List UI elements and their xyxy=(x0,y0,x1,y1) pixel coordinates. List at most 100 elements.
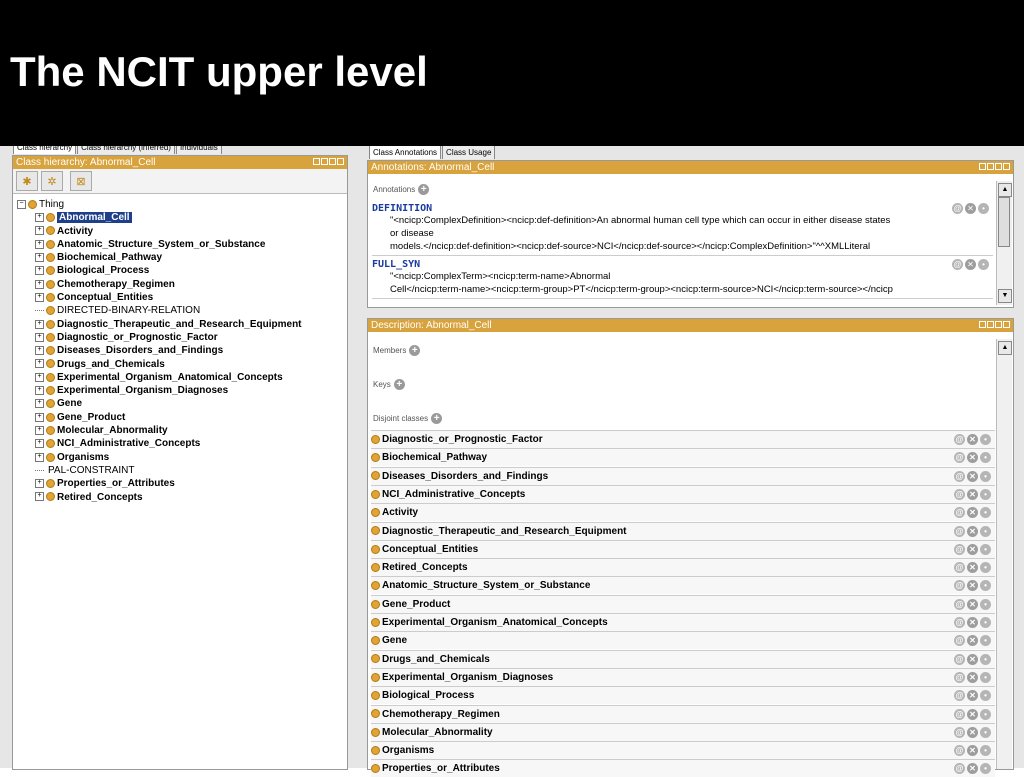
tree-item[interactable]: + Diseases_Disorders_and_Findings xyxy=(35,344,302,357)
tree-item[interactable]: + Diagnostic_Therapeutic_and_Research_Equ… xyxy=(35,318,302,331)
disjoint-class-row[interactable]: Retired_Concepts @ ✕ • xyxy=(371,558,995,577)
edit-icon[interactable]: • xyxy=(980,763,991,775)
disjoint-class-row[interactable]: Experimental_Organism_Anatomical_Concept… xyxy=(371,613,995,631)
delete-icon[interactable]: ✕ xyxy=(967,580,978,592)
tree-item[interactable]: + Retired_Concepts xyxy=(35,491,302,504)
expand-icon[interactable]: + xyxy=(35,399,44,409)
expand-icon[interactable]: + xyxy=(35,492,44,502)
disjoint-class-row[interactable]: Properties_or_Attributes @ ✕ • xyxy=(371,759,995,777)
delete-icon[interactable]: ✕ xyxy=(965,203,976,214)
delete-icon[interactable]: ✕ xyxy=(967,543,978,555)
tree-item[interactable]: + Anatomic_Structure_System_or_Substance xyxy=(35,238,302,251)
delete-icon[interactable]: ✕ xyxy=(967,726,978,738)
tree-item[interactable]: + Abnormal_Cell xyxy=(35,211,302,224)
expand-icon[interactable]: + xyxy=(35,425,44,435)
explain-icon[interactable]: @ xyxy=(954,434,965,445)
description-scrollbar[interactable]: ▲ xyxy=(996,339,1012,769)
expand-icon[interactable]: + xyxy=(35,386,44,396)
explain-icon[interactable]: @ xyxy=(954,671,965,683)
tab-class-usage[interactable]: Class Usage xyxy=(442,145,496,159)
delete-icon[interactable]: ✕ xyxy=(967,434,978,445)
edit-icon[interactable]: • xyxy=(980,671,991,683)
tree-item[interactable]: + Biochemical_Pathway xyxy=(35,251,302,264)
scroll-down-icon[interactable]: ▼ xyxy=(998,289,1012,303)
explain-icon[interactable]: @ xyxy=(954,653,965,665)
expand-icon[interactable]: + xyxy=(35,412,44,422)
disjoint-class-row[interactable]: Diagnostic_or_Prognostic_Factor @ ✕ • xyxy=(371,430,995,448)
add-subclass-button[interactable]: ✱ xyxy=(16,171,38,191)
tree-item[interactable]: + Gene_Product xyxy=(35,411,302,424)
expand-icon[interactable]: + xyxy=(35,479,44,489)
explain-icon[interactable]: @ xyxy=(954,543,965,555)
disjoint-class-row[interactable]: Diagnostic_Therapeutic_and_Research_Equi… xyxy=(371,521,995,540)
edit-icon[interactable]: • xyxy=(980,525,991,537)
tree-item[interactable]: DIRECTED-BINARY-RELATION xyxy=(35,304,302,317)
add-annotation-icon[interactable]: + xyxy=(418,184,430,195)
minimize-icon[interactable] xyxy=(987,163,994,170)
expand-icon[interactable]: + xyxy=(35,279,44,289)
explain-icon[interactable]: @ xyxy=(954,763,965,775)
expand-icon[interactable]: + xyxy=(35,253,44,263)
view-options-icon[interactable] xyxy=(313,158,320,165)
maximize-icon[interactable] xyxy=(329,158,336,165)
disjoint-class-row[interactable]: NCI_Administrative_Concepts @ ✕ • xyxy=(371,484,995,503)
delete-icon[interactable]: ✕ xyxy=(967,598,978,610)
delete-class-button[interactable]: ⊠ xyxy=(70,171,92,191)
expand-icon[interactable]: + xyxy=(35,346,44,356)
tree-item[interactable]: + Activity xyxy=(35,225,302,238)
delete-icon[interactable]: ✕ xyxy=(967,617,978,628)
edit-icon[interactable]: • xyxy=(980,598,991,610)
tree-item[interactable]: + Diagnostic_or_Prognostic_Factor xyxy=(35,331,302,344)
disjoint-class-row[interactable]: Conceptual_Entities @ ✕ • xyxy=(371,539,995,558)
tree-item[interactable]: + Organisms xyxy=(35,451,302,464)
annotation-property[interactable]: DEFINITION xyxy=(372,203,993,214)
explain-icon[interactable]: @ xyxy=(954,488,965,500)
edit-icon[interactable]: • xyxy=(978,259,989,270)
tree-item[interactable]: PAL-CONSTRAINT xyxy=(35,464,302,477)
delete-icon[interactable]: ✕ xyxy=(967,745,978,757)
edit-icon[interactable]: • xyxy=(980,562,991,574)
edit-icon[interactable]: • xyxy=(980,452,991,464)
explain-icon[interactable]: @ xyxy=(954,726,965,738)
explain-icon[interactable]: @ xyxy=(954,562,965,574)
explain-icon[interactable]: @ xyxy=(954,507,965,519)
maximize-icon[interactable] xyxy=(995,163,1002,170)
edit-icon[interactable]: • xyxy=(978,203,989,214)
disjoint-class-row[interactable]: Chemotherapy_Regimen @ ✕ • xyxy=(371,704,995,723)
edit-icon[interactable]: • xyxy=(980,470,991,482)
annotation-property[interactable]: FULL_SYN xyxy=(372,259,993,270)
edit-icon[interactable]: • xyxy=(980,690,991,702)
disjoint-class-row[interactable]: Experimental_Organism_Diagnoses @ ✕ • xyxy=(371,667,995,686)
edit-icon[interactable]: • xyxy=(980,488,991,500)
view-options-icon[interactable] xyxy=(979,321,986,328)
annotations-scrollbar[interactable]: ▲ ▼ xyxy=(996,181,1012,305)
edit-icon[interactable]: • xyxy=(980,708,991,720)
edit-icon[interactable]: • xyxy=(980,635,991,647)
delete-icon[interactable]: ✕ xyxy=(967,470,978,482)
expand-icon[interactable]: + xyxy=(35,452,44,462)
delete-icon[interactable]: ✕ xyxy=(967,488,978,500)
tree-item[interactable]: + NCI_Administrative_Concepts xyxy=(35,437,302,450)
expand-icon[interactable]: + xyxy=(35,439,44,449)
tree-item[interactable]: + Gene xyxy=(35,397,302,410)
explain-icon[interactable]: @ xyxy=(954,525,965,537)
tree-item[interactable]: + Experimental_Organism_Anatomical_Concep… xyxy=(35,371,302,384)
expand-icon[interactable]: + xyxy=(35,266,44,276)
disjoint-class-row[interactable]: Molecular_Abnormality @ ✕ • xyxy=(371,722,995,741)
edit-icon[interactable]: • xyxy=(980,543,991,555)
add-sibling-button[interactable]: ✲ xyxy=(41,171,63,191)
edit-icon[interactable]: • xyxy=(980,580,991,592)
explain-icon[interactable]: @ xyxy=(954,470,965,482)
expand-icon[interactable]: + xyxy=(35,292,44,302)
disjoint-class-row[interactable]: Anatomic_Structure_System_or_Substance @ ✕… xyxy=(371,576,995,595)
edit-icon[interactable]: • xyxy=(980,617,991,628)
add-disjoint-icon[interactable]: + xyxy=(431,413,443,424)
edit-icon[interactable]: • xyxy=(980,434,991,445)
tree-item[interactable]: + Conceptual_Entities xyxy=(35,291,302,304)
explain-icon[interactable]: @ xyxy=(954,580,965,592)
edit-icon[interactable]: • xyxy=(980,726,991,738)
tree-item[interactable]: + Experimental_Organism_Diagnoses xyxy=(35,384,302,397)
explain-icon[interactable]: @ xyxy=(954,745,965,757)
expand-icon[interactable]: + xyxy=(35,332,44,342)
scroll-up-icon[interactable]: ▲ xyxy=(998,341,1012,355)
